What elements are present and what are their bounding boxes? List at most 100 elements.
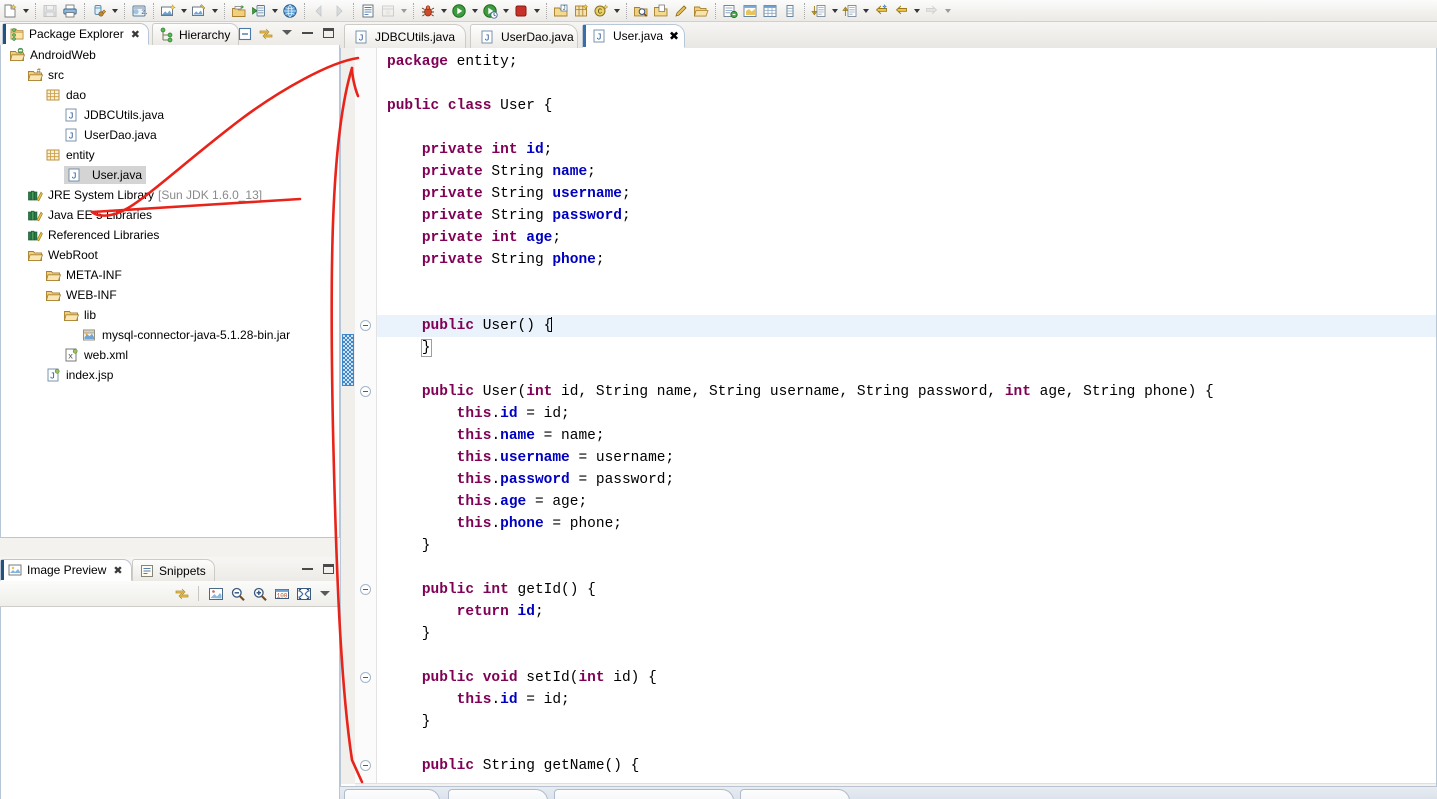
bottom-tab[interactable]	[740, 789, 850, 799]
run-icon[interactable]	[449, 2, 469, 20]
tree-item-selected[interactable]: JUser.java	[64, 166, 146, 184]
tree-item-userdao-java[interactable]: JUserDao.java	[1, 125, 339, 145]
view-menu-icon[interactable]	[317, 586, 332, 601]
deploy-icon[interactable]	[229, 2, 249, 20]
bottom-tab[interactable]	[344, 789, 440, 799]
tree-item-jre-system-library[interactable]: JRE System Library[Sun JDK 1.6.0_13]	[1, 185, 339, 205]
open-resource-icon[interactable]	[651, 2, 671, 20]
dropdown-arrow-icon[interactable]	[398, 2, 409, 20]
edit-image-icon[interactable]	[189, 2, 209, 20]
code-line[interactable]: private String name;	[377, 161, 1436, 183]
editor-tab-userdao-java[interactable]: JUserDao.java	[470, 24, 578, 48]
tree-item-web-xml[interactable]: xweb.xml	[1, 345, 339, 365]
run-history-icon[interactable]	[480, 2, 500, 20]
code-line[interactable]: this.username = username;	[377, 447, 1436, 469]
zoom-out-icon[interactable]	[229, 586, 246, 602]
code-line[interactable]: public User() {	[377, 315, 1436, 337]
dropdown-arrow-icon[interactable]	[860, 2, 871, 20]
code-line[interactable]: this.id = id;	[377, 403, 1436, 425]
fold-collapse-icon[interactable]	[360, 760, 371, 771]
tree-item-jdbcutils-java[interactable]: JJDBCUtils.java	[1, 105, 339, 125]
pencil-icon[interactable]	[671, 2, 691, 20]
code-line[interactable]: return id;	[377, 601, 1436, 623]
stop-icon[interactable]	[511, 2, 531, 20]
new-wizard-icon[interactable]	[0, 2, 20, 20]
tree-item-webroot[interactable]: WebRoot	[1, 245, 339, 265]
code-line[interactable]	[377, 359, 1436, 381]
print-icon[interactable]	[60, 2, 80, 20]
fold-collapse-icon[interactable]	[360, 584, 371, 595]
maximize-icon[interactable]	[321, 561, 336, 576]
code-line[interactable]: public class User {	[377, 95, 1436, 117]
palette-icon[interactable]	[740, 2, 760, 20]
view-tab-image-preview[interactable]: Image Preview ✖	[0, 559, 132, 581]
scrollbar-thumb[interactable]	[342, 334, 354, 386]
close-icon[interactable]: ✖	[113, 564, 122, 577]
folding-ruler[interactable]	[355, 48, 377, 784]
view-tab-snippets[interactable]: Snippets	[132, 559, 215, 581]
tree-item-mysql-connector-java-5-1-28-bin-jar[interactable]: mysql-connector-java-5.1.28-bin.jar	[1, 325, 339, 345]
dropdown-arrow-icon[interactable]	[500, 2, 511, 20]
code-line[interactable]	[377, 73, 1436, 95]
zoom-100-icon[interactable]: 100	[273, 586, 290, 602]
back-arrow-icon[interactable]	[891, 2, 911, 20]
code-line[interactable]: this.age = age;	[377, 491, 1436, 513]
column-icon[interactable]	[780, 2, 800, 20]
tree-item-user-java[interactable]: JUser.java	[1, 165, 339, 185]
code-line[interactable]	[377, 733, 1436, 755]
code-line[interactable]: }	[377, 623, 1436, 645]
search-folder-icon[interactable]	[631, 2, 651, 20]
code-line[interactable]: package entity;	[377, 51, 1436, 73]
view-menu-icon[interactable]	[279, 25, 294, 40]
code-line[interactable]: private int id;	[377, 139, 1436, 161]
show-image-icon[interactable]	[207, 586, 224, 602]
code-line[interactable]	[377, 645, 1436, 667]
new-class-icon[interactable]: C	[591, 2, 611, 20]
dropdown-arrow-icon[interactable]	[209, 2, 220, 20]
folder-open-icon[interactable]	[691, 2, 711, 20]
table-icon[interactable]	[760, 2, 780, 20]
tree-item-src[interactable]: #src	[1, 65, 339, 85]
code-line[interactable]: public User(int id, String name, String …	[377, 381, 1436, 403]
view-tab-hierarchy[interactable]: Hierarchy	[152, 23, 239, 45]
dropdown-arrow-icon[interactable]	[829, 2, 840, 20]
code-line[interactable]: }	[377, 711, 1436, 733]
tree-item-java-ee-5-libraries[interactable]: Java EE 5 Libraries	[1, 205, 339, 225]
code-line[interactable]	[377, 117, 1436, 139]
fold-collapse-icon[interactable]	[360, 320, 371, 331]
dropdown-arrow-icon[interactable]	[20, 2, 31, 20]
code-line[interactable]: }	[377, 535, 1436, 557]
code-line[interactable]: this.password = password;	[377, 469, 1436, 491]
minimize-icon[interactable]	[300, 25, 315, 40]
code-editor-text[interactable]: package entity; public class User { priv…	[377, 48, 1436, 784]
tree-item-referenced-libraries[interactable]: Referenced Libraries	[1, 225, 339, 245]
dropdown-arrow-icon[interactable]	[438, 2, 449, 20]
dropdown-arrow-icon[interactable]	[531, 2, 542, 20]
close-icon[interactable]: ✖	[131, 28, 140, 41]
dropdown-arrow-icon[interactable]	[178, 2, 189, 20]
debug-bug-icon[interactable]	[418, 2, 438, 20]
code-line[interactable]	[377, 293, 1436, 315]
tree-item-androidweb[interactable]: AndroidWeb	[1, 45, 339, 65]
zoom-in-icon[interactable]	[251, 586, 268, 602]
properties-icon[interactable]	[358, 2, 378, 20]
code-line[interactable]: this.name = name;	[377, 425, 1436, 447]
bottom-tab[interactable]	[554, 789, 734, 799]
tree-item-entity[interactable]: entity	[1, 145, 339, 165]
collapse-all-icon[interactable]	[236, 26, 253, 42]
code-line[interactable]: public int getId() {	[377, 579, 1436, 601]
new-java-package-icon[interactable]	[571, 2, 591, 20]
code-line[interactable]: }	[377, 337, 1436, 359]
code-line[interactable]: this.phone = phone;	[377, 513, 1436, 535]
dropdown-arrow-icon[interactable]	[911, 2, 922, 20]
code-line[interactable]: private int age;	[377, 227, 1436, 249]
servlet-20-icon[interactable]: 2.0	[129, 2, 149, 20]
build-icon[interactable]	[89, 2, 109, 20]
package-explorer-tree[interactable]: AndroidWeb#srcdaoJJDBCUtils.javaJUserDao…	[0, 45, 340, 538]
code-line[interactable]: this.id = id;	[377, 689, 1436, 711]
bottom-tab[interactable]	[448, 789, 548, 799]
code-line[interactable]: public String getName() {	[377, 755, 1436, 777]
refresh-green-icon[interactable]	[720, 2, 740, 20]
run-server-icon[interactable]	[249, 2, 269, 20]
editor-vertical-scrollbar[interactable]	[341, 48, 355, 784]
